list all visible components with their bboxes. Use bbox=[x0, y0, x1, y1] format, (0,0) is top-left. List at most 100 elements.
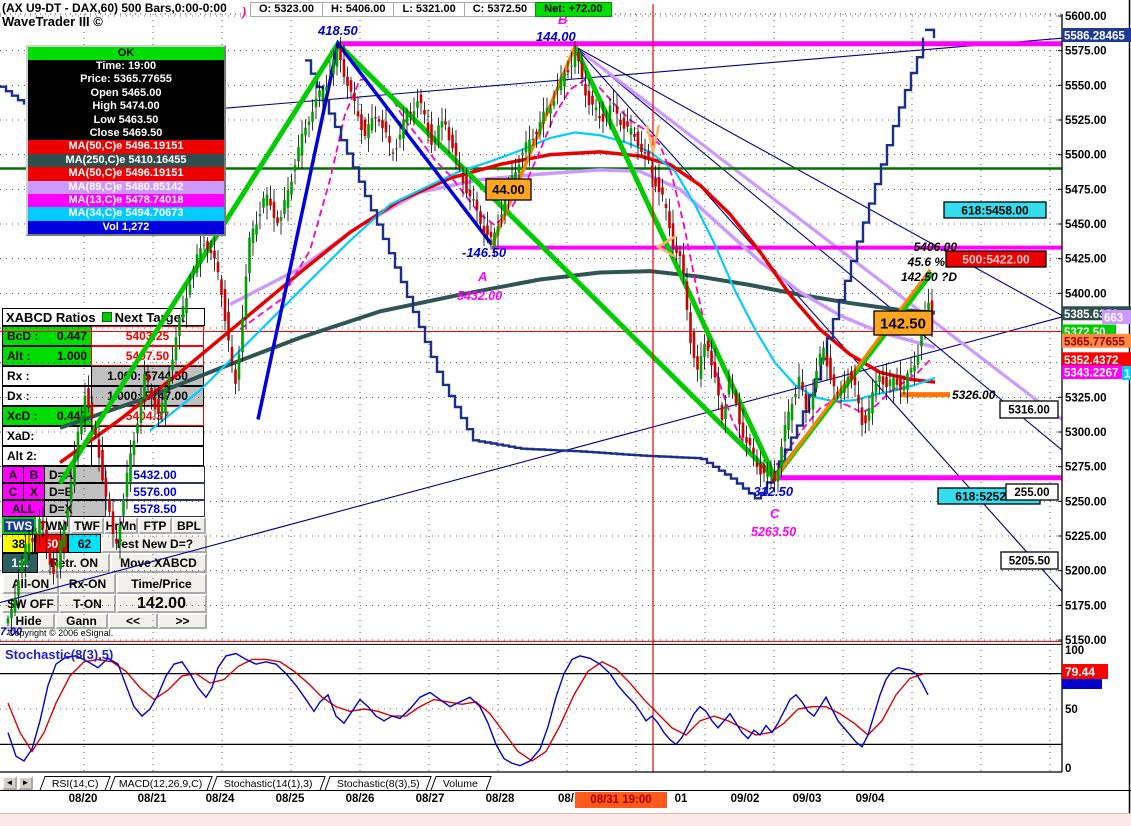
date-tick-09-03: 09/03 bbox=[792, 793, 822, 805]
ratios-tab-FTP[interactable]: FTP bbox=[138, 517, 172, 534]
fib-cell-38[interactable]: 38 bbox=[2, 534, 35, 553]
data-window-row-3: High 5474.00 bbox=[92, 100, 160, 113]
indicator-tab-rsi-14-c-[interactable]: RSI(14,C) bbox=[39, 776, 111, 791]
data-window-row-2: Open 5465.00 bbox=[90, 86, 162, 99]
annotation-text: 144.00 bbox=[536, 29, 577, 44]
annotation-text: 5406.00 bbox=[914, 240, 958, 254]
price-tick: 5250.00 bbox=[1065, 496, 1107, 508]
ratios-tab-BPL[interactable]: BPL bbox=[172, 517, 206, 534]
quote-segment-h: H: 5406.00 bbox=[322, 2, 395, 17]
ma-line-MA(34,C)e bbox=[149, 131, 936, 432]
fib-cell-62[interactable]: 62 bbox=[68, 534, 101, 553]
stochastic-pane bbox=[0, 643, 1062, 773]
annotation-text: 5432.00 bbox=[457, 289, 502, 303]
date-tick-08-26: 08/26 bbox=[345, 793, 375, 805]
ratios-tab-HrMn[interactable]: HrMn bbox=[104, 517, 138, 534]
ratio-value-1: 5407.50 bbox=[91, 346, 204, 366]
quote-segment-c: C: 5372.50 bbox=[463, 2, 537, 17]
panel-button-142-00[interactable]: 142.00 bbox=[116, 594, 207, 613]
stoch-fast-line bbox=[7, 652, 929, 767]
point-cell-all[interactable]: ALL bbox=[2, 500, 45, 517]
price-tag-text: 5372.50 bbox=[1064, 327, 1106, 339]
point-cell-A[interactable]: A bbox=[2, 466, 24, 483]
boxed-label bbox=[1005, 483, 1059, 501]
ratio-label-4: XcD :0.447 bbox=[2, 406, 92, 426]
d-value-1: 5576.00 bbox=[105, 483, 205, 500]
stoch-tick: 0 bbox=[1065, 763, 1071, 775]
date-tick-09-02: 09/02 bbox=[730, 793, 760, 805]
crosshair-date-highlight: 08/31 19:00 bbox=[575, 792, 667, 808]
ratio-label-1: Alt :1.000 bbox=[2, 346, 92, 366]
ratios-tab-TWS[interactable]: TWS bbox=[2, 517, 36, 534]
panel-button-move-xabcd[interactable]: Move XABCD bbox=[110, 553, 207, 573]
chart-title: (AX U9-DT - DAX,60) 500 Bars,0:00-0:00 bbox=[2, 1, 227, 15]
stoch-slow-value: 79.44 bbox=[1065, 665, 1095, 679]
price-tick: 5500.00 bbox=[1065, 150, 1107, 162]
data-window-status: OK bbox=[28, 47, 224, 60]
ratios-title: XABCD Ratios bbox=[6, 309, 96, 325]
indicator-tab-stochastic-8-3-5-[interactable]: Stochastic(8(3),5) bbox=[324, 776, 432, 791]
data-window-ma-row-5: MA(34,C)e 5494.70673 bbox=[28, 207, 224, 221]
d-value-0: 5432.00 bbox=[105, 466, 205, 483]
point-cell-B[interactable]: B bbox=[23, 466, 45, 483]
quote-net-badge: Net: +72.00 bbox=[535, 2, 612, 17]
data-window-row-0: Time: 19:00 bbox=[95, 60, 157, 72]
copyright-text: Copyright © 2006 eSignal. bbox=[8, 628, 114, 638]
panel-button-gann[interactable]: Gann bbox=[55, 613, 108, 629]
price-tag-text: 5365.77655 bbox=[1064, 336, 1125, 348]
panel-button-rx-on[interactable]: Rx-ON bbox=[59, 573, 116, 594]
price-tick: 5475.00 bbox=[1065, 184, 1107, 196]
data-window-volume: Vol 1,272 bbox=[28, 220, 224, 235]
indicator-tab-volume[interactable]: Volume bbox=[430, 776, 492, 791]
test-new-d-button[interactable]: Test New D=? bbox=[101, 534, 207, 553]
tab-scroll-left-button[interactable]: ◄ bbox=[2, 776, 17, 790]
stoch-tick: 50 bbox=[1065, 704, 1078, 716]
d-label-1: D=B bbox=[44, 483, 106, 500]
data-window-ma-row-2: MA(50,C)e 5496.19151 bbox=[28, 167, 224, 181]
boxed-label bbox=[1000, 551, 1059, 570]
boxed-label bbox=[937, 487, 1041, 505]
ratio-label-2: Rx : bbox=[2, 366, 92, 386]
point-cell-X[interactable]: X bbox=[23, 483, 45, 500]
panel-button-1-1[interactable]: 1:1 bbox=[2, 553, 38, 573]
price-tag bbox=[1062, 365, 1122, 380]
price-tag-text: 5385.6352 bbox=[1064, 309, 1118, 321]
annotations: 44.00 142.50 618:5458.00 500:5422.00 618:525… bbox=[240, 5, 1059, 570]
panel-button-t-on[interactable]: T-ON bbox=[59, 594, 116, 613]
data-window-ma-row-4: MA(13,C)e 5478.74018 bbox=[28, 193, 224, 208]
price-tick: 5175.00 bbox=[1065, 600, 1107, 612]
ratio-label-6: Alt 2: bbox=[2, 446, 92, 466]
tab-scroll-right-button[interactable]: ► bbox=[18, 776, 33, 790]
annotation-text: 418.50 bbox=[317, 23, 359, 38]
indicator-tab-stochastic-14-1-3-[interactable]: Stochastic(14(1),3) bbox=[211, 776, 326, 791]
panel-button-retr-on[interactable]: Retr. ON bbox=[38, 553, 110, 573]
ratios-header: XABCD Ratios Next Target bbox=[2, 308, 205, 326]
ratio-value-6 bbox=[91, 446, 204, 466]
fib-cell-50[interactable]: 50 bbox=[35, 534, 68, 553]
annotation-text: -312.50 bbox=[749, 484, 794, 499]
panel-button--[interactable]: << bbox=[108, 613, 158, 629]
price-tick: 5275.00 bbox=[1065, 462, 1107, 474]
date-tick-08-28: 08/28 bbox=[485, 793, 515, 805]
ma-line-MA(13,C)e bbox=[239, 77, 931, 469]
panel-button-all-on[interactable]: All-ON bbox=[2, 573, 59, 594]
panel-button-sw-off[interactable]: SW OFF bbox=[2, 594, 59, 613]
ratios-tab-TWM[interactable]: TWM bbox=[36, 517, 70, 534]
ma-line-MA(89,C)e bbox=[229, 168, 936, 350]
panel-button--[interactable]: >> bbox=[158, 613, 207, 629]
price-tick: 5300.00 bbox=[1065, 427, 1107, 439]
stoch-slow-value-tag bbox=[1062, 664, 1108, 679]
d-label-2: D=X bbox=[44, 500, 106, 517]
stoch-fast-value-tag bbox=[1062, 677, 1102, 689]
indicator-tab-macd-12-26-9-c-[interactable]: MACD(12,26,9,C) bbox=[109, 776, 213, 791]
point-cell-C[interactable]: C bbox=[2, 483, 24, 500]
date-tick-08-25: 08/25 bbox=[275, 793, 305, 805]
annotation-text: ) bbox=[240, 5, 246, 19]
price-tag bbox=[1062, 352, 1131, 367]
date-tick-08-27: 08/27 bbox=[415, 793, 445, 805]
price-tag bbox=[1122, 366, 1131, 380]
stoch-slow-line bbox=[7, 658, 925, 762]
ratios-tab-TWF[interactable]: TWF bbox=[70, 517, 104, 534]
ratio-value-4: 5404.37 bbox=[91, 406, 204, 426]
panel-button-time-price[interactable]: Time/Price bbox=[116, 573, 207, 594]
